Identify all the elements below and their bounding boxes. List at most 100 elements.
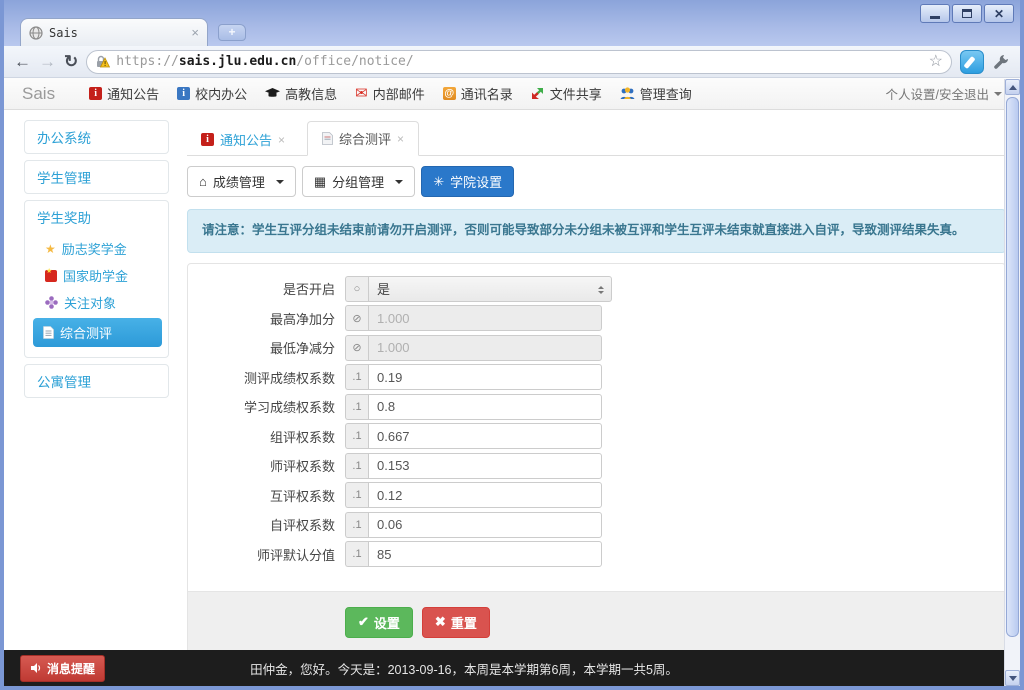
nav-item-directory[interactable]: @ 通讯名录 <box>443 84 513 103</box>
window-controls: ✕ <box>920 4 1014 23</box>
scrollbar-thumb[interactable] <box>1006 97 1019 637</box>
wrench-menu-icon[interactable] <box>992 53 1010 71</box>
scroll-up-button[interactable] <box>1005 79 1020 95</box>
minimize-button[interactable] <box>920 4 950 23</box>
sidebar-item-student-management[interactable]: 学生管理 <box>25 161 168 193</box>
reset-label: 重置 <box>451 613 477 632</box>
tab-notices[interactable]: i 通知公告 × <box>187 123 299 156</box>
decimal-addon: .1 <box>345 482 368 508</box>
nav-item-admin-query[interactable]: 管理查询 <box>620 84 692 103</box>
contacts-icon: @ <box>443 87 456 100</box>
minimize-icon <box>930 16 940 19</box>
arrow-down-icon <box>1009 676 1017 685</box>
select-arrows-icon <box>598 283 604 297</box>
tab-label: 综合测评 <box>339 129 391 148</box>
button-label: 成绩管理 <box>213 172 265 191</box>
form-row-eval-weight: 测评成绩权系数 .1 <box>205 364 1005 390</box>
nav-item-file-share[interactable]: 文件共享 <box>531 84 602 103</box>
sidebar-section-office: 办公系统 <box>24 120 169 154</box>
field-label: 师评权系数 <box>205 456 335 475</box>
graduation-cap-icon <box>265 88 280 99</box>
nav-item-label: 通讯名录 <box>461 84 513 103</box>
submit-label: 设置 <box>374 613 400 632</box>
sidebar-item-office-system[interactable]: 办公系统 <box>25 121 168 153</box>
sidebar-item-comprehensive-evaluation[interactable]: 综合测评 <box>33 318 162 347</box>
grade-management-button[interactable]: ⌂ 成绩管理 <box>187 166 296 197</box>
field-label: 是否开启 <box>205 279 335 298</box>
form-row-teacher-weight: 师评权系数 .1 <box>205 453 1005 479</box>
button-label: 分组管理 <box>332 172 384 191</box>
sidebar-section-student-mgmt: 学生管理 <box>24 160 169 194</box>
blue-info-icon: i <box>177 87 190 100</box>
message-alert-button[interactable]: 消息提醒 <box>20 655 105 682</box>
status-bar: 消息提醒 田仲金，您好。今天是：2013-09-16，本周是本学期第6周，本学期… <box>4 650 1004 686</box>
nav-item-label: 内部邮件 <box>373 84 425 103</box>
self-weight-input[interactable] <box>368 512 602 538</box>
arrow-up-icon <box>1009 81 1017 90</box>
tab-comprehensive-evaluation[interactable]: 综合测评 × <box>307 121 419 156</box>
new-tab-button[interactable]: + <box>218 24 246 41</box>
flag-icon <box>45 270 57 282</box>
sidebar-section-student-aid: 学生奖助 ★ 励志奖学金 国家助学金 <box>24 200 169 358</box>
address-bar[interactable]: https://sais.jlu.edu.cn/office/notice/ ☆ <box>86 50 952 74</box>
browser-window: Sais × + ✕ ← → ↻ https://sais.jlu.edu.cn… <box>0 0 1024 690</box>
sidebar-item-national-grant[interactable]: 国家助学金 <box>25 262 168 289</box>
min-deduction-input <box>368 335 602 361</box>
teacher-weight-input[interactable] <box>368 453 602 479</box>
eval-weight-input[interactable] <box>368 364 602 390</box>
group-weight-input[interactable] <box>368 423 602 449</box>
enabled-select[interactable]: 是 <box>368 276 612 302</box>
decimal-addon: .1 <box>345 512 368 538</box>
section-toolbar: ⌂ 成绩管理 ▦ 分组管理 ✳ 学院设置 <box>187 166 1006 197</box>
extension-icon[interactable] <box>960 50 984 74</box>
nav-item-internal-mail[interactable]: ✉ 内部邮件 <box>355 84 425 103</box>
sidebar-item-motivational-scholarship[interactable]: ★ 励志奖学金 <box>25 235 168 262</box>
peer-weight-input[interactable] <box>368 482 602 508</box>
tab-close-icon[interactable]: × <box>278 133 285 147</box>
study-weight-input[interactable] <box>368 394 602 420</box>
document-icon <box>43 326 54 339</box>
group-management-button[interactable]: ▦ 分组管理 <box>302 166 415 197</box>
field-label: 师评默认分值 <box>205 545 335 564</box>
nav-item-notices[interactable]: i 通知公告 <box>89 84 159 103</box>
close-button[interactable]: ✕ <box>984 4 1014 23</box>
nav-item-label: 通知公告 <box>107 84 159 103</box>
nav-item-campus-office[interactable]: i 校内办公 <box>177 84 247 103</box>
bookmark-star-icon[interactable]: ☆ <box>929 54 943 70</box>
url-host: sais.jlu.edu.cn <box>179 54 296 69</box>
form-row-teacher-default-score: 师评默认分值 .1 <box>205 541 1005 567</box>
user-menu-label: 个人设置/安全退出 <box>886 84 989 103</box>
sidebar-item-watch-list[interactable]: 关注对象 <box>25 289 168 316</box>
url-scheme: https:// <box>116 54 179 69</box>
submit-button[interactable]: ✔ 设置 <box>345 607 413 638</box>
sidebar-item-student-aid[interactable]: 学生奖助 <box>25 201 168 233</box>
back-button[interactable]: ← <box>14 53 31 70</box>
tab-close-icon[interactable]: × <box>191 26 199 39</box>
field-label: 互评权系数 <box>205 486 335 505</box>
form-row-min-deduction: 最低净减分 ⊘ <box>205 335 1005 361</box>
title-bar: Sais × + ✕ <box>4 0 1020 46</box>
flower-icon <box>45 296 58 309</box>
decimal-addon: .1 <box>345 453 368 479</box>
reset-button[interactable]: ✖ 重置 <box>422 607 490 638</box>
scroll-down-button[interactable] <box>1005 670 1020 686</box>
college-settings-button[interactable]: ✳ 学院设置 <box>421 166 514 197</box>
vertical-scrollbar[interactable] <box>1004 79 1020 686</box>
button-label: 学院设置 <box>450 172 502 191</box>
reload-button[interactable]: ↻ <box>64 53 78 70</box>
sidebar-section-apartment: 公寓管理 <box>24 364 169 398</box>
maximize-button[interactable] <box>952 4 982 23</box>
field-label: 学习成绩权系数 <box>205 397 335 416</box>
teacher-default-score-input[interactable] <box>368 541 602 567</box>
tab-close-icon[interactable]: × <box>397 132 404 146</box>
globe-icon <box>29 26 43 40</box>
browser-tab[interactable]: Sais × <box>20 18 208 46</box>
document-icon <box>322 132 333 145</box>
nav-item-label: 高教信息 <box>285 84 337 103</box>
url-text: https://sais.jlu.edu.cn/office/notice/ <box>116 54 922 69</box>
forward-button[interactable]: → <box>39 53 56 70</box>
sidebar-item-apartment-management[interactable]: 公寓管理 <box>25 365 168 397</box>
pencil-icon <box>963 55 975 68</box>
user-settings-menu[interactable]: 个人设置/安全退出 <box>886 84 1002 103</box>
nav-item-higher-edu[interactable]: 高教信息 <box>265 84 337 103</box>
